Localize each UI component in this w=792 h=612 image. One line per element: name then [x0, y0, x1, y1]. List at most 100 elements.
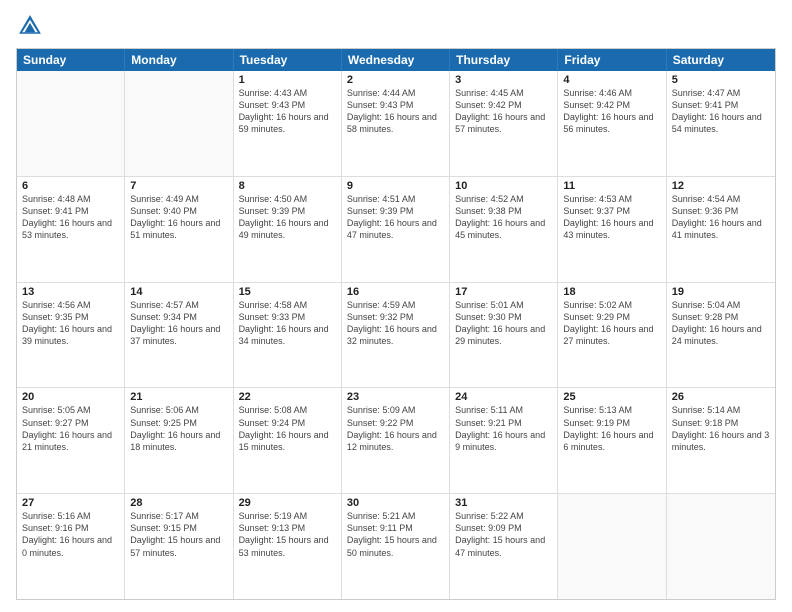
day-number: 11 [563, 180, 660, 192]
day-number: 4 [563, 74, 660, 86]
day-info: Sunrise: 4:54 AM Sunset: 9:36 PM Dayligh… [672, 193, 770, 242]
day-number: 13 [22, 286, 119, 298]
day-number: 6 [22, 180, 119, 192]
cal-cell-4-3: 30Sunrise: 5:21 AM Sunset: 9:11 PM Dayli… [342, 494, 450, 599]
cal-cell-1-4: 10Sunrise: 4:52 AM Sunset: 9:38 PM Dayli… [450, 177, 558, 282]
day-info: Sunrise: 4:43 AM Sunset: 9:43 PM Dayligh… [239, 87, 336, 136]
day-number: 9 [347, 180, 444, 192]
cal-cell-4-2: 29Sunrise: 5:19 AM Sunset: 9:13 PM Dayli… [234, 494, 342, 599]
day-info: Sunrise: 5:21 AM Sunset: 9:11 PM Dayligh… [347, 510, 444, 559]
day-info: Sunrise: 5:09 AM Sunset: 9:22 PM Dayligh… [347, 404, 444, 453]
day-number: 26 [672, 391, 770, 403]
day-info: Sunrise: 4:53 AM Sunset: 9:37 PM Dayligh… [563, 193, 660, 242]
calendar-header-row: SundayMondayTuesdayWednesdayThursdayFrid… [17, 49, 775, 71]
cal-header-thursday: Thursday [450, 49, 558, 71]
day-number: 22 [239, 391, 336, 403]
day-info: Sunrise: 4:46 AM Sunset: 9:42 PM Dayligh… [563, 87, 660, 136]
cal-cell-3-4: 24Sunrise: 5:11 AM Sunset: 9:21 PM Dayli… [450, 388, 558, 493]
day-number: 20 [22, 391, 119, 403]
day-info: Sunrise: 5:17 AM Sunset: 9:15 PM Dayligh… [130, 510, 227, 559]
day-info: Sunrise: 5:19 AM Sunset: 9:13 PM Dayligh… [239, 510, 336, 559]
cal-cell-3-3: 23Sunrise: 5:09 AM Sunset: 9:22 PM Dayli… [342, 388, 450, 493]
cal-cell-3-6: 26Sunrise: 5:14 AM Sunset: 9:18 PM Dayli… [667, 388, 775, 493]
cal-cell-0-5: 4Sunrise: 4:46 AM Sunset: 9:42 PM Daylig… [558, 71, 666, 176]
cal-cell-4-5 [558, 494, 666, 599]
cal-row-3: 20Sunrise: 5:05 AM Sunset: 9:27 PM Dayli… [17, 387, 775, 493]
cal-row-0: 1Sunrise: 4:43 AM Sunset: 9:43 PM Daylig… [17, 71, 775, 176]
day-number: 14 [130, 286, 227, 298]
header [16, 12, 776, 40]
cal-cell-0-1 [125, 71, 233, 176]
cal-row-2: 13Sunrise: 4:56 AM Sunset: 9:35 PM Dayli… [17, 282, 775, 388]
logo [16, 12, 48, 40]
day-info: Sunrise: 5:01 AM Sunset: 9:30 PM Dayligh… [455, 299, 552, 348]
cal-cell-2-2: 15Sunrise: 4:58 AM Sunset: 9:33 PM Dayli… [234, 283, 342, 388]
cal-cell-3-5: 25Sunrise: 5:13 AM Sunset: 9:19 PM Dayli… [558, 388, 666, 493]
day-info: Sunrise: 4:59 AM Sunset: 9:32 PM Dayligh… [347, 299, 444, 348]
day-info: Sunrise: 5:22 AM Sunset: 9:09 PM Dayligh… [455, 510, 552, 559]
cal-cell-2-4: 17Sunrise: 5:01 AM Sunset: 9:30 PM Dayli… [450, 283, 558, 388]
day-number: 1 [239, 74, 336, 86]
calendar: SundayMondayTuesdayWednesdayThursdayFrid… [16, 48, 776, 600]
day-number: 21 [130, 391, 227, 403]
day-number: 23 [347, 391, 444, 403]
day-info: Sunrise: 4:47 AM Sunset: 9:41 PM Dayligh… [672, 87, 770, 136]
day-number: 3 [455, 74, 552, 86]
day-number: 28 [130, 497, 227, 509]
cal-cell-3-2: 22Sunrise: 5:08 AM Sunset: 9:24 PM Dayli… [234, 388, 342, 493]
cal-cell-2-1: 14Sunrise: 4:57 AM Sunset: 9:34 PM Dayli… [125, 283, 233, 388]
day-number: 7 [130, 180, 227, 192]
day-info: Sunrise: 4:45 AM Sunset: 9:42 PM Dayligh… [455, 87, 552, 136]
cal-cell-1-0: 6Sunrise: 4:48 AM Sunset: 9:41 PM Daylig… [17, 177, 125, 282]
day-info: Sunrise: 4:58 AM Sunset: 9:33 PM Dayligh… [239, 299, 336, 348]
cal-header-friday: Friday [558, 49, 666, 71]
day-number: 27 [22, 497, 119, 509]
day-number: 8 [239, 180, 336, 192]
cal-header-saturday: Saturday [667, 49, 775, 71]
day-info: Sunrise: 5:14 AM Sunset: 9:18 PM Dayligh… [672, 404, 770, 453]
cal-cell-2-6: 19Sunrise: 5:04 AM Sunset: 9:28 PM Dayli… [667, 283, 775, 388]
day-number: 15 [239, 286, 336, 298]
cal-cell-4-6 [667, 494, 775, 599]
day-number: 30 [347, 497, 444, 509]
logo-icon [16, 12, 44, 40]
day-info: Sunrise: 4:56 AM Sunset: 9:35 PM Dayligh… [22, 299, 119, 348]
cal-cell-0-6: 5Sunrise: 4:47 AM Sunset: 9:41 PM Daylig… [667, 71, 775, 176]
day-number: 25 [563, 391, 660, 403]
cal-cell-0-2: 1Sunrise: 4:43 AM Sunset: 9:43 PM Daylig… [234, 71, 342, 176]
cal-cell-4-4: 31Sunrise: 5:22 AM Sunset: 9:09 PM Dayli… [450, 494, 558, 599]
cal-cell-2-3: 16Sunrise: 4:59 AM Sunset: 9:32 PM Dayli… [342, 283, 450, 388]
day-number: 19 [672, 286, 770, 298]
cal-header-tuesday: Tuesday [234, 49, 342, 71]
day-info: Sunrise: 5:06 AM Sunset: 9:25 PM Dayligh… [130, 404, 227, 453]
calendar-body: 1Sunrise: 4:43 AM Sunset: 9:43 PM Daylig… [17, 71, 775, 599]
day-info: Sunrise: 5:04 AM Sunset: 9:28 PM Dayligh… [672, 299, 770, 348]
cal-header-monday: Monday [125, 49, 233, 71]
cal-cell-0-3: 2Sunrise: 4:44 AM Sunset: 9:43 PM Daylig… [342, 71, 450, 176]
cal-header-wednesday: Wednesday [342, 49, 450, 71]
cal-row-4: 27Sunrise: 5:16 AM Sunset: 9:16 PM Dayli… [17, 493, 775, 599]
day-info: Sunrise: 4:51 AM Sunset: 9:39 PM Dayligh… [347, 193, 444, 242]
day-number: 12 [672, 180, 770, 192]
day-info: Sunrise: 5:05 AM Sunset: 9:27 PM Dayligh… [22, 404, 119, 453]
day-info: Sunrise: 4:49 AM Sunset: 9:40 PM Dayligh… [130, 193, 227, 242]
cal-cell-0-4: 3Sunrise: 4:45 AM Sunset: 9:42 PM Daylig… [450, 71, 558, 176]
day-number: 18 [563, 286, 660, 298]
cal-cell-3-1: 21Sunrise: 5:06 AM Sunset: 9:25 PM Dayli… [125, 388, 233, 493]
cal-cell-2-0: 13Sunrise: 4:56 AM Sunset: 9:35 PM Dayli… [17, 283, 125, 388]
day-number: 16 [347, 286, 444, 298]
cal-cell-0-0 [17, 71, 125, 176]
day-number: 2 [347, 74, 444, 86]
cal-cell-1-2: 8Sunrise: 4:50 AM Sunset: 9:39 PM Daylig… [234, 177, 342, 282]
day-number: 29 [239, 497, 336, 509]
day-number: 10 [455, 180, 552, 192]
day-number: 17 [455, 286, 552, 298]
day-info: Sunrise: 4:48 AM Sunset: 9:41 PM Dayligh… [22, 193, 119, 242]
day-info: Sunrise: 5:08 AM Sunset: 9:24 PM Dayligh… [239, 404, 336, 453]
day-number: 24 [455, 391, 552, 403]
day-info: Sunrise: 5:11 AM Sunset: 9:21 PM Dayligh… [455, 404, 552, 453]
cal-cell-1-6: 12Sunrise: 4:54 AM Sunset: 9:36 PM Dayli… [667, 177, 775, 282]
day-number: 5 [672, 74, 770, 86]
day-number: 31 [455, 497, 552, 509]
day-info: Sunrise: 4:50 AM Sunset: 9:39 PM Dayligh… [239, 193, 336, 242]
